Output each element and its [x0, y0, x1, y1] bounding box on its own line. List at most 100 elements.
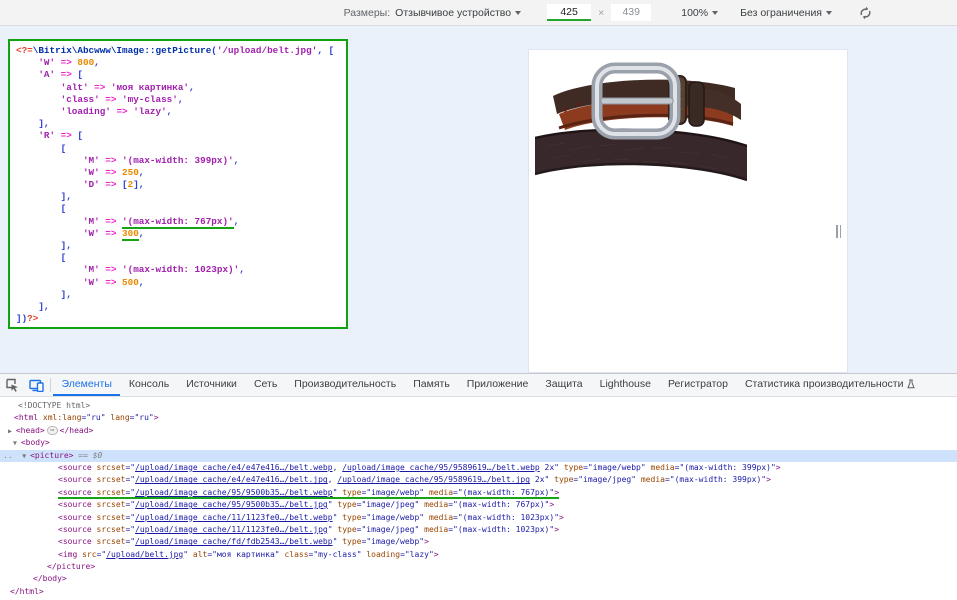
php-code-line: 'R' => [: [16, 130, 346, 142]
tab-label: Консоль: [129, 378, 169, 390]
tab-label: Производительность: [294, 378, 396, 390]
resource-link[interactable]: /upload/image_cache/95/9500b35…/belt.jpg: [135, 500, 328, 509]
resource-link[interactable]: /upload/belt.jpg: [106, 550, 183, 559]
tab-application[interactable]: Приложение: [458, 374, 537, 396]
php-code-line: 'M' => '(max-width: 1023px)',: [16, 264, 346, 276]
viewport-resize-handle-right[interactable]: [836, 225, 841, 238]
tab-label: Lighthouse: [600, 378, 651, 390]
dom-tree-row[interactable]: <source srcset="/upload/image_cache/11/1…: [0, 512, 957, 524]
php-code-line: [: [16, 203, 346, 215]
tab-label: Регистратор: [668, 378, 728, 390]
inspect-cursor-icon: [5, 378, 19, 392]
php-code-line: ],: [16, 118, 346, 130]
dom-tree-row[interactable]: <source srcset="/upload/image_cache/95/9…: [0, 487, 957, 499]
php-code-line: [: [16, 143, 346, 155]
device-emulation-toolbar: Размеры: Отзывчивое устройство 425 × 439…: [0, 0, 957, 26]
php-code-line: 'M' => '(max-width: 767px)',: [16, 216, 346, 228]
php-code-line: 'W' => 800,: [16, 57, 346, 69]
php-code-annotation-panel: <?=\Bitrix\Abcwww\Image::getPicture('/up…: [8, 39, 348, 329]
toolbar-divider: [50, 378, 51, 392]
rotate-viewport-button[interactable]: [858, 6, 873, 20]
php-code-line: ],: [16, 301, 346, 313]
device-emulation-area: <?=\Bitrix\Abcwww\Image::getPicture('/up…: [0, 26, 957, 373]
php-code-line: 'A' => [: [16, 69, 346, 81]
dom-tree-row[interactable]: <source srcset="/upload/image_cache/e4/e…: [0, 474, 957, 486]
php-code-line: <?=\Bitrix\Abcwww\Image::getPicture('/up…: [16, 45, 346, 57]
resource-link[interactable]: /upload/image_cache/95/9589619…/belt.jpg: [337, 475, 530, 484]
devtools-tabs: Элементы Консоль Источники Сеть Производител…: [53, 374, 924, 396]
chevron-down-icon: [515, 11, 521, 15]
tab-sources[interactable]: Источники: [178, 374, 246, 396]
php-code-line: 'D' => [2],: [16, 179, 346, 191]
viewport-height-input[interactable]: 439: [611, 4, 651, 21]
devtools-tab-bar: Элементы Консоль Источники Сеть Производител…: [0, 374, 957, 397]
resource-link[interactable]: /upload/image_cache/e4/e47e416…/belt.web…: [135, 463, 332, 472]
belt-product-image: [535, 54, 747, 192]
php-code-line: ],: [16, 240, 346, 252]
dom-tree-row[interactable]: <img src="/upload/belt.jpg" alt="моя кар…: [0, 549, 957, 561]
php-code-line: ])?>: [16, 313, 346, 325]
devtools-panel: Элементы Консоль Источники Сеть Производител…: [0, 373, 957, 600]
resource-link[interactable]: /upload/image_cache/95/9500b35…/belt.web…: [135, 488, 332, 497]
chevron-down-icon: [826, 11, 832, 15]
dimensions-label: Размеры:: [344, 7, 391, 19]
dom-tree-row[interactable]: <source srcset="/upload/image_cache/e4/e…: [0, 462, 957, 474]
emulated-viewport: [529, 50, 847, 372]
dom-tree-row[interactable]: <html xml:lang="ru" lang="ru">: [0, 412, 957, 424]
tab-label: Память: [413, 378, 450, 390]
dom-tree-row[interactable]: </html>: [0, 586, 957, 598]
tab-lighthouse[interactable]: Lighthouse: [591, 374, 659, 396]
viewport-width-input[interactable]: 425: [547, 4, 591, 21]
php-code-line: ],: [16, 191, 346, 203]
php-code-line: 'W' => 300,: [16, 228, 346, 240]
dom-tree: <!DOCTYPE html><html xml:lang="ru" lang=…: [0, 397, 957, 598]
dom-tree-row[interactable]: <!DOCTYPE html>: [0, 400, 957, 412]
php-code-lines: <?=\Bitrix\Abcwww\Image::getPicture('/up…: [16, 45, 346, 325]
php-code-line: 'W' => 250,: [16, 167, 346, 179]
tab-security[interactable]: Защита: [537, 374, 591, 396]
rotate-icon: [858, 6, 873, 20]
tab-label: Защита: [545, 378, 582, 390]
zoom-level-select[interactable]: 100%: [681, 7, 718, 19]
dom-tree-row[interactable]: <source srcset="/upload/image_cache/fd/f…: [0, 536, 957, 548]
tab-console[interactable]: Консоль: [120, 374, 177, 396]
php-code-line: ],: [16, 289, 346, 301]
php-code-line: 'M' => '(max-width: 399px)',: [16, 155, 346, 167]
resource-link[interactable]: /upload/image_cache/11/1123fe0…/belt.jpg: [135, 525, 328, 534]
throttling-select[interactable]: Без ограничения: [740, 7, 832, 19]
php-code-line: 'class' => 'my-class',: [16, 94, 346, 106]
chevron-down-icon: [712, 11, 718, 15]
php-code-line: [: [16, 252, 346, 264]
tab-recorder[interactable]: Регистратор: [660, 374, 737, 396]
toggle-device-toolbar-button[interactable]: [24, 374, 48, 396]
resource-link[interactable]: /upload/image_cache/95/9589619…/belt.web…: [342, 463, 539, 472]
browser-devtools-screen: Размеры: Отзывчивое устройство 425 × 439…: [0, 0, 957, 600]
dom-tree-row[interactable]: </body>: [0, 573, 957, 585]
flask-icon: [907, 379, 915, 389]
dom-tree-row[interactable]: <source srcset="/upload/image_cache/95/9…: [0, 499, 957, 511]
tab-label: Источники: [186, 378, 237, 390]
tab-label: Статистика производительности: [745, 378, 904, 390]
tab-network[interactable]: Сеть: [245, 374, 285, 396]
dom-tree-row[interactable]: .. ▼ <picture> == $0: [0, 450, 957, 462]
tab-performance-stats[interactable]: Статистика производительности: [736, 374, 924, 396]
dom-tree-row[interactable]: <source srcset="/upload/image_cache/11/1…: [0, 524, 957, 536]
device-type-select[interactable]: Отзывчивое устройство: [395, 7, 521, 19]
dom-tree-row[interactable]: ▼ <body>: [0, 437, 957, 449]
tab-elements[interactable]: Элементы: [53, 374, 120, 396]
tab-label: Элементы: [62, 378, 112, 390]
resource-link[interactable]: /upload/image_cache/fd/fdb2543…/belt.web…: [135, 537, 332, 546]
inspect-element-button[interactable]: [0, 374, 24, 396]
php-code-line: 'alt' => 'моя картинка',: [16, 82, 346, 94]
resource-link[interactable]: /upload/image_cache/e4/e47e416…/belt.jpg: [135, 475, 328, 484]
device-toolbar-icon: [29, 379, 44, 392]
tab-label: Сеть: [254, 378, 277, 390]
dom-tree-row[interactable]: ▶ <head>⋯</head>: [0, 425, 957, 437]
php-code-line: 'W' => 500,: [16, 277, 346, 289]
tab-memory[interactable]: Память: [405, 374, 459, 396]
tab-performance[interactable]: Производительность: [286, 374, 405, 396]
resource-link[interactable]: /upload/image_cache/11/1123fe0…/belt.web…: [135, 513, 332, 522]
dimensions-multiply-sign: ×: [598, 7, 604, 19]
dom-tree-row[interactable]: </picture>: [0, 561, 957, 573]
tab-label: Приложение: [467, 378, 529, 390]
